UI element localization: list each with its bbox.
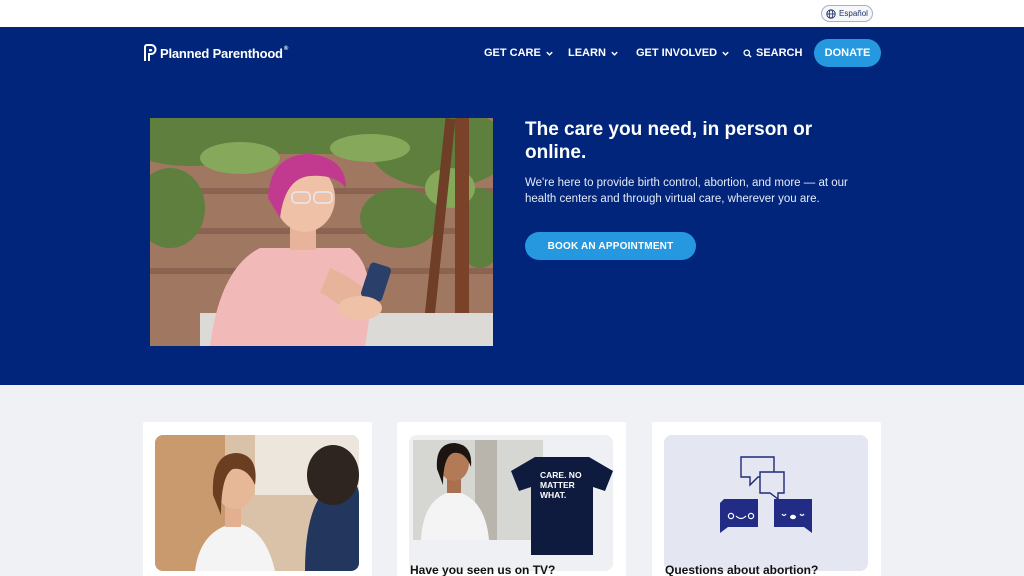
card-photo	[155, 435, 359, 571]
chevron-down-icon	[722, 51, 729, 56]
card-tv[interactable]: CARE. NO MATTER WHAT. Have you seen us o…	[397, 422, 626, 576]
card-photo	[409, 435, 613, 571]
globe-icon	[826, 8, 836, 19]
brand-name: Planned Parenthood®	[160, 45, 289, 61]
nav-get-care[interactable]: GET CARE	[484, 46, 554, 60]
card-care[interactable]	[143, 422, 372, 576]
nav-get-involved[interactable]: GET INVOLVED	[636, 46, 730, 60]
shirt-text: CARE. NO MATTER WHAT.	[540, 470, 582, 500]
card-abortion[interactable]: Questions about abortion?	[652, 422, 881, 576]
hero-subtitle: We're here to provide birth control, abo…	[525, 177, 848, 205]
chevron-down-icon	[546, 51, 553, 56]
book-appointment-button[interactable]: BOOK AN APPOINTMENT	[525, 232, 696, 260]
site-logo[interactable]: Planned Parenthood®	[143, 43, 288, 63]
chat-illustration	[664, 435, 868, 571]
hero-photo	[150, 118, 493, 346]
chevron-down-icon	[611, 51, 618, 56]
nav-learn[interactable]: LEARN	[568, 46, 619, 60]
card-title: Questions about abortion?	[665, 563, 819, 576]
nav-search[interactable]: SEARCH	[743, 46, 802, 60]
hero-title: The care you need, in person or online.	[525, 119, 813, 163]
search-icon	[743, 48, 752, 58]
utility-bar: Español	[0, 0, 1024, 27]
logo-mark-icon	[144, 44, 157, 61]
card-title: Have you seen us on TV?	[410, 563, 556, 576]
donate-button[interactable]: DONATE	[814, 39, 881, 67]
language-label: Español	[839, 9, 868, 18]
language-toggle-button[interactable]: Español	[821, 5, 873, 22]
